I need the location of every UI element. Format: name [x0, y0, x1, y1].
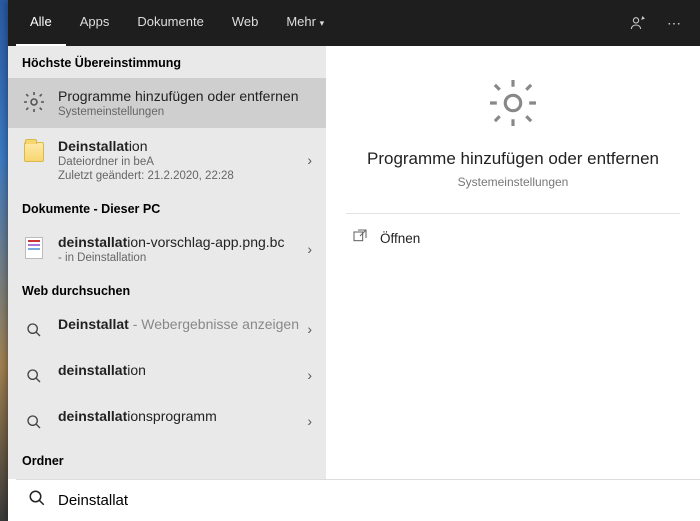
result-web-1[interactable]: Deinstallat - Webergebnisse anzeigen › [8, 306, 326, 352]
preview-subtitle: Systemeinstellungen [458, 175, 569, 189]
search-icon [22, 364, 46, 388]
folder-icon [22, 140, 46, 164]
more-options-icon[interactable]: ⋯ [664, 13, 684, 33]
feedback-icon[interactable] [628, 13, 648, 33]
open-icon [352, 228, 368, 248]
result-title: deinstallation [58, 362, 312, 378]
result-title: deinstallation-vorschlag-app.png.bc [58, 234, 312, 250]
result-modified: Zuletzt geändert: 21.2.2020, 22:28 [58, 170, 312, 182]
result-subtitle: Systemeinstellungen [58, 106, 312, 118]
tab-documents[interactable]: Dokumente [123, 0, 217, 46]
section-documents: Dokumente - Dieser PC [8, 192, 326, 224]
search-icon [28, 489, 46, 512]
preview-panel: Programme hinzufügen oder entfernen Syst… [326, 46, 700, 479]
tab-more[interactable]: Mehr ▾ [272, 0, 338, 46]
file-icon [22, 236, 46, 260]
result-subtitle: Dateiordner in beA [58, 156, 312, 168]
result-document-file[interactable]: deinstallation-vorschlag-app.png.bc - in… [8, 224, 326, 274]
tab-web[interactable]: Web [218, 0, 273, 46]
gear-icon [484, 74, 542, 135]
preview-title: Programme hinzufügen oder entfernen [367, 149, 659, 169]
section-best-match: Höchste Übereinstimmung [8, 46, 326, 78]
chevron-right-icon[interactable]: › [307, 413, 312, 429]
desktop-background-stripe [0, 0, 8, 521]
search-bar [16, 479, 700, 521]
chevron-right-icon[interactable]: › [307, 367, 312, 383]
header-bar: Alle Apps Dokumente Web Mehr ▾ ⋯ [8, 0, 700, 46]
result-title: Deinstallat - Webergebnisse anzeigen [58, 316, 312, 332]
search-window: Alle Apps Dokumente Web Mehr ▾ ⋯ Höchste… [8, 0, 700, 521]
result-web-3[interactable]: deinstallationsprogramm › [8, 398, 326, 444]
chevron-right-icon[interactable]: › [307, 152, 312, 168]
tab-all[interactable]: Alle [16, 0, 66, 46]
section-web-search: Web durchsuchen [8, 274, 326, 306]
search-icon [22, 410, 46, 434]
header-actions: ⋯ [628, 13, 692, 33]
result-web-2[interactable]: deinstallation › [8, 352, 326, 398]
result-subtitle: - in Deinstallation [58, 252, 312, 264]
action-label: Öffnen [380, 231, 420, 246]
filter-tabs: Alle Apps Dokumente Web Mehr ▾ [16, 0, 338, 46]
result-add-remove-programs[interactable]: Programme hinzufügen oder entfernen Syst… [8, 78, 326, 128]
gear-icon [22, 90, 46, 114]
result-title: Programme hinzufügen oder entfernen [58, 88, 312, 104]
section-folders: Ordner [8, 444, 326, 476]
result-title: deinstallationsprogramm [58, 408, 312, 424]
search-input[interactable] [58, 492, 688, 509]
results-panel: Höchste Übereinstimmung Programme hinzuf… [8, 46, 326, 479]
result-folder-deinstallation[interactable]: Deinstallation Dateiordner in beA Zuletz… [8, 128, 326, 192]
chevron-right-icon[interactable]: › [307, 241, 312, 257]
action-open[interactable]: Öffnen [346, 214, 680, 262]
tab-apps[interactable]: Apps [66, 0, 124, 46]
result-title: Deinstallation [58, 138, 312, 154]
chevron-right-icon[interactable]: › [307, 321, 312, 337]
search-icon [22, 318, 46, 342]
content-body: Höchste Übereinstimmung Programme hinzuf… [8, 46, 700, 479]
